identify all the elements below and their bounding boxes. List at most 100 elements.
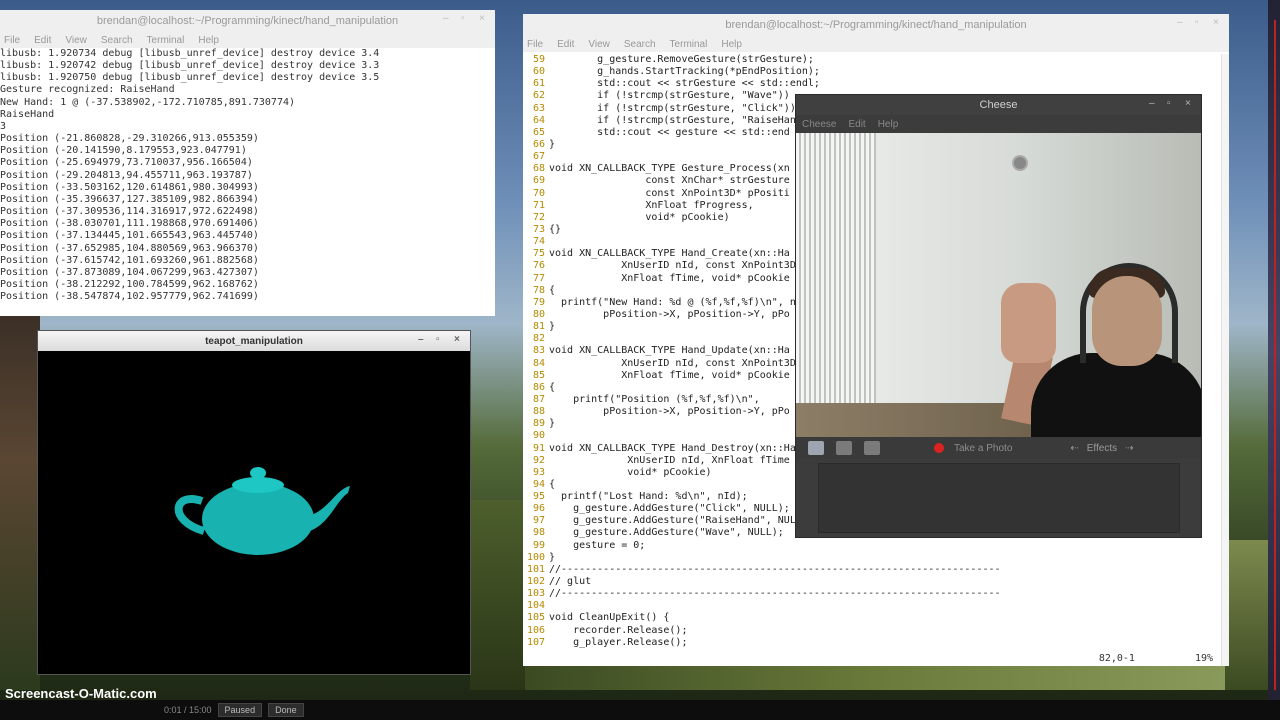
terminal-right-titlebar[interactable]: brendan@localhost:~/Programming/kinect/h… [523,14,1229,36]
line-number: 85 [532,369,545,381]
teapot-render [174,467,350,555]
code-text: gesture = 0; [549,539,646,551]
raised-hand [1001,283,1056,363]
code-text: g_player.Release(); [549,636,688,648]
person-shirt [1031,353,1201,437]
code-text: void XN_CALLBACK_TYPE Hand_Destroy(xn::H… [549,442,796,454]
line-number: 98 [532,527,545,539]
line-number: 102 [526,576,545,588]
menu-help[interactable]: Help [721,39,742,50]
code-text: XnFloat fTime, void* pCookie [549,369,790,381]
menu-search[interactable]: Search [624,39,656,50]
menu-terminal[interactable]: Terminal [670,39,708,50]
terminal-window-left[interactable]: brendan@localhost:~/Programming/kinect/h… [0,10,495,316]
code-line: 60 g_hands.StartTracking(*pEndPosition); [523,66,1223,78]
burst-mode-icon[interactable] [836,441,852,455]
menu-file[interactable]: File [4,35,20,46]
terminal-right-title: brendan@localhost:~/Programming/kinect/h… [725,19,1027,31]
code-text: if (!strcmp(strGesture, "Wave")) [549,90,790,102]
editor-scrollbar[interactable] [1221,54,1229,666]
close-icon[interactable]: × [1213,18,1223,28]
line-number: 83 [532,345,545,357]
desktop-edge-line [1274,20,1276,690]
line-number: 64 [532,114,545,126]
code-text: pPosition->X, pPosition->Y, pPo [549,308,790,320]
cheese-toolbar: Take a Photo ⇠ Effects ⇢ [796,437,1201,459]
menu-cheese[interactable]: Cheese [802,119,836,130]
terminal-line: RaiseHand [0,108,55,120]
menu-edit[interactable]: Edit [557,39,574,50]
terminal-left-menubar: File Edit View Search Terminal Help [0,32,495,48]
teapot-window[interactable]: teapot_manipulation – ▫ × [37,330,471,675]
code-line: 105 void CleanUpExit() { [523,612,1223,624]
line-number: 94 [532,478,545,490]
menu-edit[interactable]: Edit [34,35,51,46]
minimize-icon[interactable]: – [443,14,453,24]
minimize-icon[interactable]: – [1177,18,1187,28]
code-text: //--------------------------------------… [549,588,1001,600]
maximize-icon[interactable]: ▫ [461,14,471,24]
maximize-icon[interactable]: ▫ [1195,18,1205,28]
cheese-window[interactable]: Cheese – ▫ × Cheese Edit Help Take a Pho… [795,94,1202,538]
menu-edit[interactable]: Edit [848,119,865,130]
video-mode-icon[interactable] [864,441,880,455]
cheese-title: Cheese [979,99,1018,111]
take-photo-button[interactable]: Take a Photo [954,443,1012,454]
desktop-valley [470,500,530,690]
window-blinds [796,133,876,437]
close-icon[interactable]: × [479,14,489,24]
code-text: g_gesture.AddGesture("Click", NULL); [549,503,790,515]
thumbnail-strip[interactable] [818,463,1180,533]
code-text: std::cout << gesture << std::end [549,126,790,138]
code-line: 101 //-----------------------------------… [523,564,1223,576]
line-number: 87 [532,393,545,405]
terminal-line: New Hand: 1 @ (-37.538902,-172.710785,89… [0,96,296,108]
line-number: 104 [526,600,545,612]
line-number: 82 [532,333,545,345]
paused-button[interactable]: Paused [217,703,263,717]
teapot-shape [174,467,350,555]
cheese-titlebar[interactable]: Cheese – ▫ × [796,95,1201,115]
minimize-icon[interactable]: – [418,335,428,345]
effects-button[interactable]: Effects [1087,443,1117,454]
line-number: 100 [526,551,545,563]
done-button[interactable]: Done [268,703,304,717]
menu-help[interactable]: Help [198,35,219,46]
terminal-left-output[interactable]: libusb: 1.920734 debug [libusb_unref_dev… [0,48,495,303]
teapot-titlebar[interactable]: teapot_manipulation – ▫ × [38,331,470,351]
line-number: 65 [532,126,545,138]
line-number: 70 [532,187,545,199]
teapot-lid [232,477,284,493]
maximize-icon[interactable]: ▫ [436,335,446,345]
maximize-icon[interactable]: ▫ [1167,99,1177,109]
code-text: if (!strcmp(strGesture, "Click")) [549,102,796,114]
terminal-left-titlebar[interactable]: brendan@localhost:~/Programming/kinect/h… [0,10,495,32]
close-icon[interactable]: × [1185,99,1195,109]
code-text: } [549,138,556,150]
arrow-left-icon[interactable]: ⇠ [1070,443,1078,454]
line-number: 92 [532,454,545,466]
arrow-right-icon[interactable]: ⇢ [1125,443,1133,454]
code-line: 59 g_gesture.RemoveGesture(strGesture); [523,54,1223,66]
terminal-line: Position (-38.547874,102.957779,962.7416… [0,291,259,303]
code-text: // glut [549,576,592,588]
minimize-icon[interactable]: – [1149,99,1159,109]
code-text: const XnPoint3D* pPositi [549,187,790,199]
menu-search[interactable]: Search [101,35,133,46]
terminal-left-title: brendan@localhost:~/Programming/kinect/h… [96,15,399,27]
line-number: 90 [532,430,545,442]
close-icon[interactable]: × [454,335,464,345]
menu-terminal[interactable]: Terminal [147,35,185,46]
menu-file[interactable]: File [527,39,543,50]
code-text: void CleanUpExit() { [549,612,670,624]
code-text: } [549,418,556,430]
menu-help[interactable]: Help [878,119,899,130]
menu-view[interactable]: View [65,35,87,46]
line-number: 99 [532,539,545,551]
photo-mode-icon[interactable] [808,441,824,455]
line-number: 86 [532,381,545,393]
menu-view[interactable]: View [588,39,610,50]
terminal-line: Position (-37.652985,104.880569,963.9663… [0,242,259,254]
line-number: 62 [532,90,545,102]
wall-clock [1012,155,1028,171]
